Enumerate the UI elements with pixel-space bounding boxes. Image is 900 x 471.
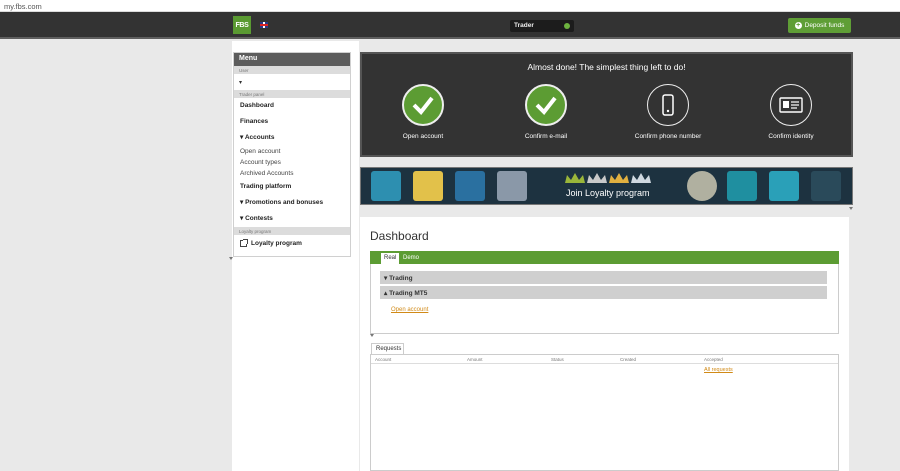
laptop-image [769,171,799,201]
loyalty-label: Loyalty program [251,239,302,247]
top-navbar: FBS Trader + Deposit funds [0,12,900,39]
status-dot-icon [564,23,570,29]
phone-icon [647,84,689,126]
step-confirm-identity[interactable]: Confirm identity [741,84,841,140]
open-account-link[interactable]: Open account [391,307,428,313]
sidebar-item-contests[interactable]: ▾ Contests [234,211,350,227]
role-label: Trader [514,22,534,29]
gift-image [413,171,443,201]
step-label: Confirm phone number [634,133,702,140]
trading-mt5-row[interactable]: ▴ Trading MT5 [380,286,827,299]
sidebar-item-promotions[interactable]: ▾ Promotions and bonuses [234,195,350,211]
col-amount: Amount [467,357,483,362]
sidebar-item-finances[interactable]: Finances [234,114,350,130]
step-label: Confirm identity [768,133,814,140]
col-status: Status [551,357,564,362]
collapse-triangle-icon[interactable] [370,334,374,337]
collapse-triangle-icon[interactable] [849,207,853,210]
url-text: my.fbs.com [4,2,42,11]
col-created: Created [620,357,637,362]
external-link-icon [240,238,248,247]
plus-icon: + [794,22,802,29]
sidebar-item-accounts[interactable]: ▾ Accounts [234,130,350,146]
phone-image [727,171,757,201]
sidebar-item-loyalty[interactable]: Loyalty program [234,235,350,251]
id-card-icon [770,84,812,126]
tv-image [455,171,485,201]
deposit-label: Deposit funds [804,22,845,29]
tab-real[interactable]: Real [381,253,400,264]
onboarding-steps: Almost done! The simplest thing left to … [360,52,853,157]
col-account: Account [375,357,392,362]
account-tabs-bar [370,251,839,264]
sidebar-item-open-account[interactable]: Open account [234,146,350,157]
steps-title: Almost done! The simplest thing left to … [527,62,686,72]
col-accepted: Accepted [704,357,723,362]
page-title: Dashboard [370,229,429,243]
user-dropdown[interactable]: ▾ [234,74,350,90]
loyalty-banner[interactable] [360,167,853,205]
sidebar-item-archived-accounts[interactable]: Archived Accounts [234,168,350,179]
tablet-image [371,171,401,201]
trading-row[interactable]: ▾ Trading [380,271,827,284]
checkmark-icon [402,84,444,126]
deposit-funds-button[interactable]: + Deposit funds [788,18,851,33]
watch-image [687,171,717,201]
step-confirm-email[interactable]: Confirm e-mail [496,84,596,140]
sidebar-item-dashboard[interactable]: Dashboard [234,98,350,114]
device-image [811,171,841,201]
sidebar-menu: Menu User ▾ Trader panel Dashboard Finan… [233,52,351,257]
all-requests-link[interactable]: All requests [704,367,733,373]
sidebar-item-trading-platform[interactable]: Trading platform [234,179,350,195]
requests-table [370,354,839,471]
tab-demo[interactable]: Demo [400,253,422,264]
address-bar[interactable]: my.fbs.com [0,0,900,12]
section-trader-panel: Trader panel [234,90,350,98]
step-confirm-phone[interactable]: Confirm phone number [618,84,718,140]
sidebar-item-account-types[interactable]: Account types [234,157,350,168]
checkmark-icon [525,84,567,126]
menu-header: Menu [234,53,350,66]
step-label: Confirm e-mail [524,133,568,140]
section-user: User [234,66,350,74]
step-open-account[interactable]: Open account [373,84,473,140]
collapse-triangle-icon[interactable] [229,257,233,260]
step-label: Open account [402,133,444,140]
section-loyalty: Loyalty program [234,227,350,235]
requests-header: Account Amount Status Created Accepted [371,356,838,364]
uk-flag-icon[interactable] [260,22,268,28]
tab-requests[interactable]: Requests [371,343,404,354]
fbs-logo[interactable]: FBS [233,16,251,34]
role-selector[interactable]: Trader [510,20,574,32]
car-image [497,171,527,201]
banner-label: Join Loyalty program [566,188,650,198]
